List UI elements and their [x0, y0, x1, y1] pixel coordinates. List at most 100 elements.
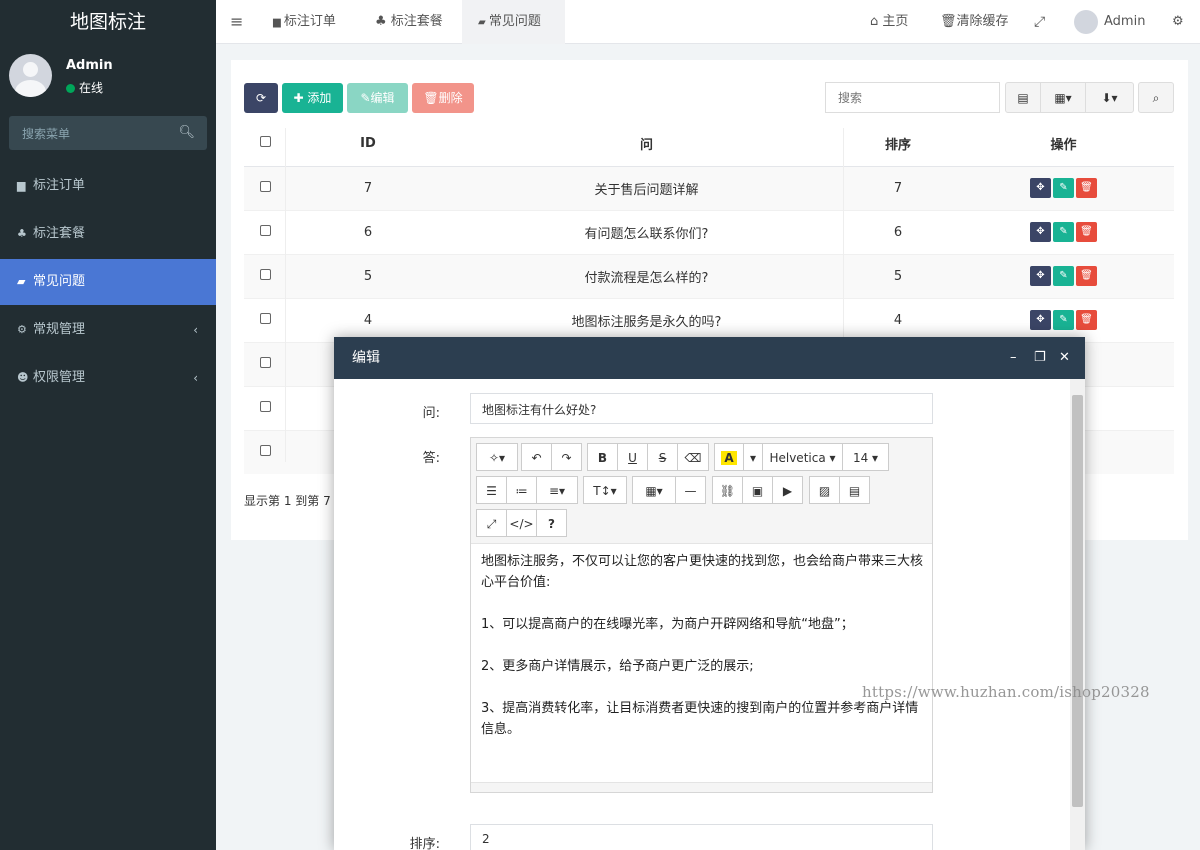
row-checkbox[interactable]	[259, 180, 271, 192]
unordered-list-icon[interactable]: ☰	[476, 476, 507, 504]
row-checkbox[interactable]	[259, 224, 271, 236]
sidebar-item-packages[interactable]: ♣ 标注套餐	[0, 211, 216, 257]
table-icon[interactable]: ▦▾	[632, 476, 676, 504]
drag-move-icon[interactable]: ✥	[1030, 178, 1051, 198]
drag-move-icon[interactable]: ✥	[1030, 266, 1051, 286]
close-icon[interactable]: ✕	[1059, 337, 1070, 379]
columns-dropdown-button[interactable]: ▦▾	[1040, 82, 1086, 113]
scrollbar-thumb[interactable]	[1072, 395, 1083, 807]
gears-icon[interactable]: ⚙	[1172, 0, 1184, 44]
font-family-select[interactable]: Helvetica ▾	[762, 443, 843, 471]
tab-faq[interactable]: ▰ 常见问题	[462, 0, 565, 44]
row-checkbox-cell[interactable]	[244, 209, 286, 254]
app-logo-title[interactable]: 地图标注	[0, 0, 216, 44]
table-row[interactable]: 4 地图标注服务是永久的吗? 4 ✥ ✎ 🗑︎	[244, 297, 1174, 342]
table-row[interactable]: 5 付款流程是怎么样的? 5 ✥ ✎ 🗑︎	[244, 253, 1174, 298]
bold-icon[interactable]: B	[587, 443, 618, 471]
edit-button-label: 编辑	[370, 91, 395, 105]
row-checkbox[interactable]	[259, 444, 271, 456]
paragraph: 1、可以提高商户的在线曝光率，为商户开辟网络和导航“地盘”；	[481, 617, 854, 632]
horizontal-rule-icon[interactable]: —	[675, 476, 706, 504]
table-row[interactable]: 6 有问题怎么联系你们? 6 ✥ ✎ 🗑︎	[244, 209, 1174, 254]
row-checkbox[interactable]	[259, 268, 271, 280]
fullscreen-icon[interactable]: ⤢	[1034, 0, 1045, 44]
drag-move-icon[interactable]: ✥	[1030, 222, 1051, 242]
editor-resize-handle[interactable]	[471, 782, 932, 792]
row-delete-icon[interactable]: 🗑︎	[1076, 178, 1097, 198]
row-checkbox-cell[interactable]	[244, 297, 286, 342]
select-all-header[interactable]	[244, 122, 286, 167]
search-toggle-button[interactable]: ⌕	[1138, 82, 1174, 113]
sidebar-item-orders[interactable]: ▆ 标注订单	[0, 163, 216, 209]
toggle-view-button[interactable]: ▤	[1005, 82, 1041, 113]
sidebar-item-permissions[interactable]: ☻ 权限管理 ‹	[0, 355, 216, 401]
edit-button[interactable]: ✎编辑	[347, 83, 408, 113]
avatar	[1074, 9, 1098, 34]
row-checkbox[interactable]	[259, 356, 271, 368]
image-icon[interactable]: ▣	[742, 476, 773, 504]
text-color-icon[interactable]: A	[714, 443, 744, 471]
ordered-list-icon[interactable]: ≔	[506, 476, 537, 504]
sidebar-item-faq[interactable]: ▰ 常见问题	[0, 259, 216, 305]
row-checkbox-cell[interactable]	[244, 253, 286, 298]
sidebar-item-general[interactable]: ⚙ 常规管理 ‹	[0, 307, 216, 353]
sidebar-search-input[interactable]: 搜索菜单 🔍︎	[9, 116, 207, 150]
file-icon[interactable]: ▤	[839, 476, 870, 504]
fullscreen-icon[interactable]: ⤢	[476, 509, 507, 537]
row-edit-icon[interactable]: ✎	[1053, 222, 1074, 242]
row-checkbox-cell[interactable]	[244, 165, 286, 210]
tab-orders[interactable]: ▆ 标注订单	[261, 0, 348, 44]
refresh-button[interactable]: ⟳	[244, 83, 278, 113]
tab-packages[interactable]: ♣ 标注套餐	[363, 0, 455, 44]
export-dropdown-button[interactable]: ⬇▾	[1085, 82, 1134, 113]
home-link[interactable]: ⌂ 主页	[870, 0, 908, 44]
strikethrough-icon[interactable]: S	[647, 443, 678, 471]
user-status: 在线	[66, 79, 103, 96]
add-button[interactable]: ✚ 添加	[282, 83, 343, 113]
user-menu[interactable]: Admin	[1074, 0, 1145, 44]
row-edit-icon[interactable]: ✎	[1053, 310, 1074, 330]
rich-text-editor[interactable]: ✧▾ ↶ ↷ B U S ⌫ A ▾ Helvetica ▾ 14 ▾ ☰ ≔ …	[470, 437, 933, 793]
row-delete-icon[interactable]: 🗑︎	[1076, 266, 1097, 286]
font-size-select[interactable]: 14 ▾	[842, 443, 889, 471]
row-delete-icon[interactable]: 🗑︎	[1076, 310, 1097, 330]
row-delete-icon[interactable]: 🗑︎	[1076, 222, 1097, 242]
select-all-checkbox[interactable]	[259, 136, 271, 148]
delete-button[interactable]: 🗑︎删除	[412, 83, 474, 113]
video-icon[interactable]: ▶	[772, 476, 803, 504]
minimize-icon[interactable]: –	[1010, 337, 1017, 379]
modal-scrollbar[interactable]	[1070, 379, 1085, 850]
magic-wand-icon[interactable]: ✧▾	[476, 443, 518, 471]
row-edit-icon[interactable]: ✎	[1053, 266, 1074, 286]
color-dropdown-icon[interactable]: ▾	[743, 443, 763, 471]
row-checkbox-cell[interactable]	[244, 341, 286, 386]
maximize-icon[interactable]: ❐	[1034, 337, 1046, 379]
question-input[interactable]: 地图标注有什么好处?	[470, 393, 933, 424]
drag-move-icon[interactable]: ✥	[1030, 310, 1051, 330]
user-panel: Admin 在线	[0, 44, 216, 110]
row-edit-icon[interactable]: ✎	[1053, 178, 1074, 198]
eraser-icon[interactable]: ⌫	[677, 443, 709, 471]
clear-cache-button[interactable]: 🗑︎清除缓存	[940, 0, 1009, 44]
row-checkbox-cell[interactable]	[244, 385, 286, 430]
table-row[interactable]: 7 关于售后问题详解 7 ✥ ✎ 🗑︎	[244, 165, 1174, 210]
row-checkbox[interactable]	[259, 312, 271, 324]
editor-content[interactable]: 地图标注服务，不仅可以让您的客户更快速的找到您，也会给商户带来三大核心平台价值:…	[481, 551, 926, 740]
code-view-icon[interactable]: </>	[506, 509, 537, 537]
align-icon[interactable]: ≡▾	[536, 476, 578, 504]
row-checkbox[interactable]	[259, 400, 271, 412]
redo-icon[interactable]: ↷	[551, 443, 582, 471]
column-header-sort[interactable]: 排序	[843, 122, 953, 167]
row-checkbox-cell[interactable]	[244, 429, 286, 474]
underline-icon[interactable]: U	[617, 443, 648, 471]
undo-icon[interactable]: ↶	[521, 443, 552, 471]
line-height-icon[interactable]: T↕▾	[583, 476, 627, 504]
column-header-id[interactable]: ID	[286, 122, 450, 167]
upload-image-icon[interactable]: ▨	[809, 476, 840, 504]
hamburger-menu-icon[interactable]: ≡	[230, 0, 243, 44]
link-icon[interactable]: ⛓	[712, 476, 743, 504]
column-header-question[interactable]: 问	[450, 122, 843, 167]
help-icon[interactable]: ?	[536, 509, 567, 537]
sort-input[interactable]: 2	[470, 824, 933, 850]
table-search-input[interactable]	[825, 82, 1000, 113]
